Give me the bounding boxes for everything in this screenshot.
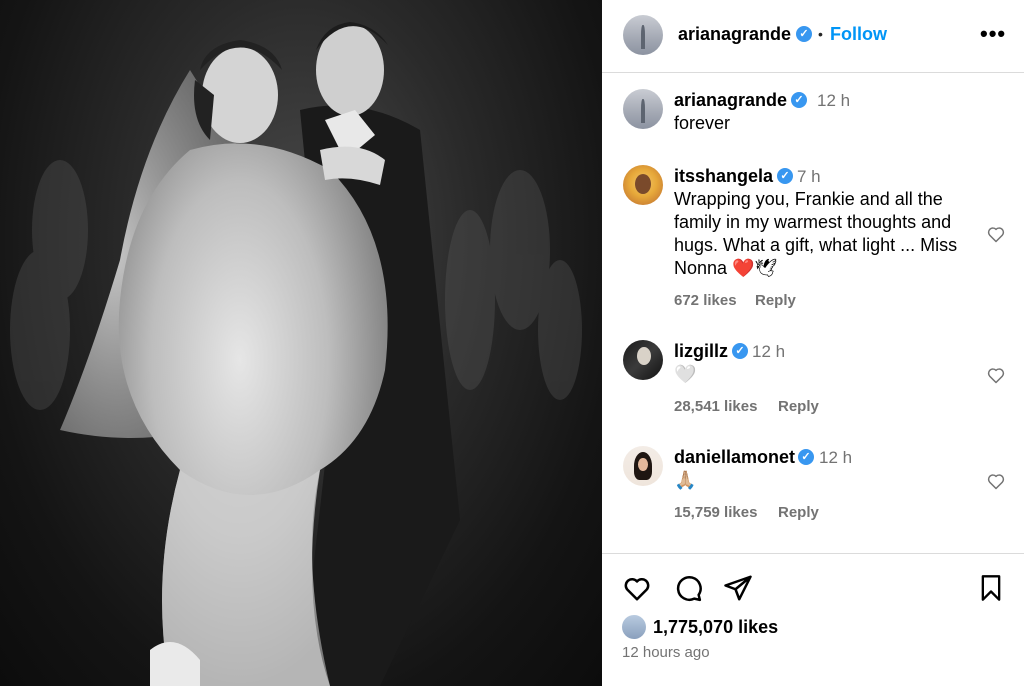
reply-button[interactable]: Reply xyxy=(778,504,819,521)
verified-badge-icon: ✓ xyxy=(777,168,793,184)
comment-username[interactable]: itsshangela xyxy=(674,166,773,187)
verified-badge-icon: ✓ xyxy=(796,26,812,42)
comment-time[interactable]: 12 h xyxy=(752,342,785,362)
heart-icon[interactable] xyxy=(986,224,1006,244)
comment-text-line: family in my warmest thoughts and xyxy=(674,212,952,232)
comment-text-line: Wrapping you, Frankie and all the xyxy=(674,189,943,209)
wedding-photo-illustration xyxy=(10,22,582,686)
comment-text-line: hugs. What a gift, what light ... Miss xyxy=(674,235,958,255)
caption-author-username[interactable]: arianagrande xyxy=(674,90,787,111)
post-photo[interactable] xyxy=(0,0,602,686)
caption-text: forever xyxy=(674,113,731,133)
comment-likes[interactable]: 672 likes xyxy=(674,292,737,309)
commenter-avatar[interactable] xyxy=(623,165,663,205)
separator-dot: • xyxy=(818,26,823,42)
caption-time[interactable]: 12 h xyxy=(817,91,850,111)
likes-count[interactable]: 1,775,070 likes xyxy=(653,617,778,638)
comment-text-line: Nonna ❤️🕊 xyxy=(674,258,778,278)
comment-username[interactable]: daniellamonet xyxy=(674,447,795,468)
comment-text-line: 🙏🏼 xyxy=(674,470,697,490)
comment-time[interactable]: 7 h xyxy=(797,167,821,187)
commenter-avatar[interactable] xyxy=(623,446,663,486)
author-avatar[interactable] xyxy=(623,15,663,55)
caption-author-avatar[interactable] xyxy=(623,89,663,129)
reply-button[interactable]: Reply xyxy=(778,398,819,415)
verified-badge-icon: ✓ xyxy=(732,343,748,359)
post-side-panel: arianagrande ✓ • Follow ••• arianagrande… xyxy=(602,0,1024,686)
heart-icon[interactable] xyxy=(986,365,1006,385)
post-actions: 1,775,070 likes 12 hours ago xyxy=(602,553,1024,687)
verified-badge-icon: ✓ xyxy=(791,92,807,108)
more-options-icon[interactable]: ••• xyxy=(980,21,1006,47)
author-username[interactable]: arianagrande xyxy=(678,24,791,45)
comment-likes[interactable]: 28,541 likes xyxy=(674,398,757,415)
comment-likes[interactable]: 15,759 likes xyxy=(674,504,757,521)
paper-plane-icon[interactable] xyxy=(723,573,753,603)
verified-badge-icon: ✓ xyxy=(798,449,814,465)
instagram-post-modal: arianagrande ✓ • Follow ••• arianagrande… xyxy=(0,0,1024,686)
comment-username[interactable]: lizgillz xyxy=(674,341,728,362)
reply-button[interactable]: Reply xyxy=(755,292,796,309)
liker-avatar[interactable] xyxy=(622,615,646,639)
commenter-avatar[interactable] xyxy=(623,340,663,380)
comment-time[interactable]: 12 h xyxy=(819,448,852,468)
heart-icon[interactable] xyxy=(622,573,652,603)
comment-bubble-icon[interactable] xyxy=(673,573,703,603)
post-timestamp[interactable]: 12 hours ago xyxy=(622,644,710,661)
comments-list[interactable]: arianagrande ✓ 12 h forever itsshangela … xyxy=(602,73,1024,553)
heart-icon[interactable] xyxy=(986,471,1006,491)
post-header: arianagrande ✓ • Follow ••• xyxy=(602,0,1024,73)
bookmark-icon[interactable] xyxy=(977,573,1005,603)
comment-text-line: 🤍 xyxy=(674,364,697,384)
follow-button[interactable]: Follow xyxy=(830,24,887,45)
